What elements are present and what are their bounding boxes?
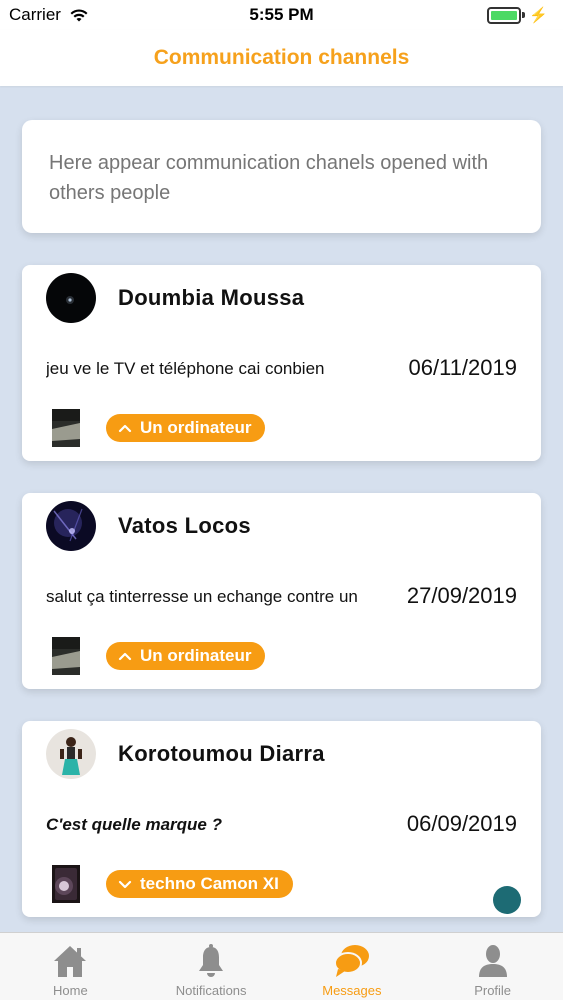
product-tag[interactable]: techno Camon XI xyxy=(106,870,293,898)
product-tag-label: techno Camon XI xyxy=(140,874,279,893)
tab-messages[interactable]: Messages xyxy=(282,933,423,1000)
chevron-up-icon xyxy=(118,652,132,661)
chevron-up-icon xyxy=(118,424,132,433)
contact-name: Vatos Locos xyxy=(118,513,251,538)
floating-action-button[interactable] xyxy=(493,886,521,914)
tab-label: Profile xyxy=(474,983,512,998)
last-message: salut ça tinterresse un echange contre u… xyxy=(46,587,358,606)
channel-card[interactable]: Korotoumou Diarra C'est quelle marque ? … xyxy=(22,721,541,917)
contact-name: Doumbia Moussa xyxy=(118,285,305,310)
chevron-down-icon xyxy=(118,880,132,889)
home-icon xyxy=(50,941,90,981)
chat-icon xyxy=(332,941,372,981)
message-date: 27/09/2019 xyxy=(406,583,517,608)
bell-icon xyxy=(191,941,231,981)
status-bar: Carrier 5:55 PM ⚡ xyxy=(0,0,563,30)
clock: 5:55 PM xyxy=(249,5,314,24)
message-date: 06/11/2019 xyxy=(408,355,517,380)
tab-home[interactable]: Home xyxy=(0,933,141,1000)
product-tag-label: Un ordinateur xyxy=(140,646,252,665)
tab-label: Messages xyxy=(322,983,382,998)
product-thumbnail[interactable] xyxy=(52,865,80,903)
product-tag-label: Un ordinateur xyxy=(140,418,252,437)
last-message: C'est quelle marque ? xyxy=(46,815,222,834)
last-message: jeu ve le TV et téléphone cai conbien xyxy=(46,359,325,378)
avatar xyxy=(46,501,96,551)
charging-icon: ⚡ xyxy=(529,7,548,24)
tab-profile[interactable]: Profile xyxy=(422,933,563,1000)
page-title: Communication channels xyxy=(153,46,410,69)
battery-icon xyxy=(487,6,522,24)
tab-notifications[interactable]: Notifications xyxy=(141,933,282,1000)
avatar xyxy=(46,729,96,779)
contact-name: Korotoumou Diarra xyxy=(118,741,325,766)
message-date: 06/09/2019 xyxy=(406,811,517,836)
info-card: Here appear communication chanels opened… xyxy=(22,120,541,233)
tab-bar: Home Notifications Messages Profile xyxy=(0,932,563,1000)
product-tag[interactable]: Un ordinateur xyxy=(106,642,266,670)
product-thumbnail[interactable] xyxy=(52,637,80,675)
info-text: Here appear communication chanels opened… xyxy=(49,152,489,204)
tab-label: Home xyxy=(53,983,88,998)
product-thumbnail[interactable] xyxy=(52,409,80,447)
user-icon xyxy=(473,941,513,981)
tab-label: Notifications xyxy=(175,983,247,998)
nav-header: Communication channels xyxy=(0,30,563,86)
channel-card[interactable]: Vatos Locos salut ça tinterresse un echa… xyxy=(22,493,541,689)
battery-indicator: ⚡ xyxy=(487,6,548,24)
product-tag[interactable]: Un ordinateur xyxy=(106,414,266,442)
channel-card[interactable]: Doumbia Moussa jeu ve le TV et téléphone… xyxy=(22,265,541,461)
avatar xyxy=(46,273,96,323)
